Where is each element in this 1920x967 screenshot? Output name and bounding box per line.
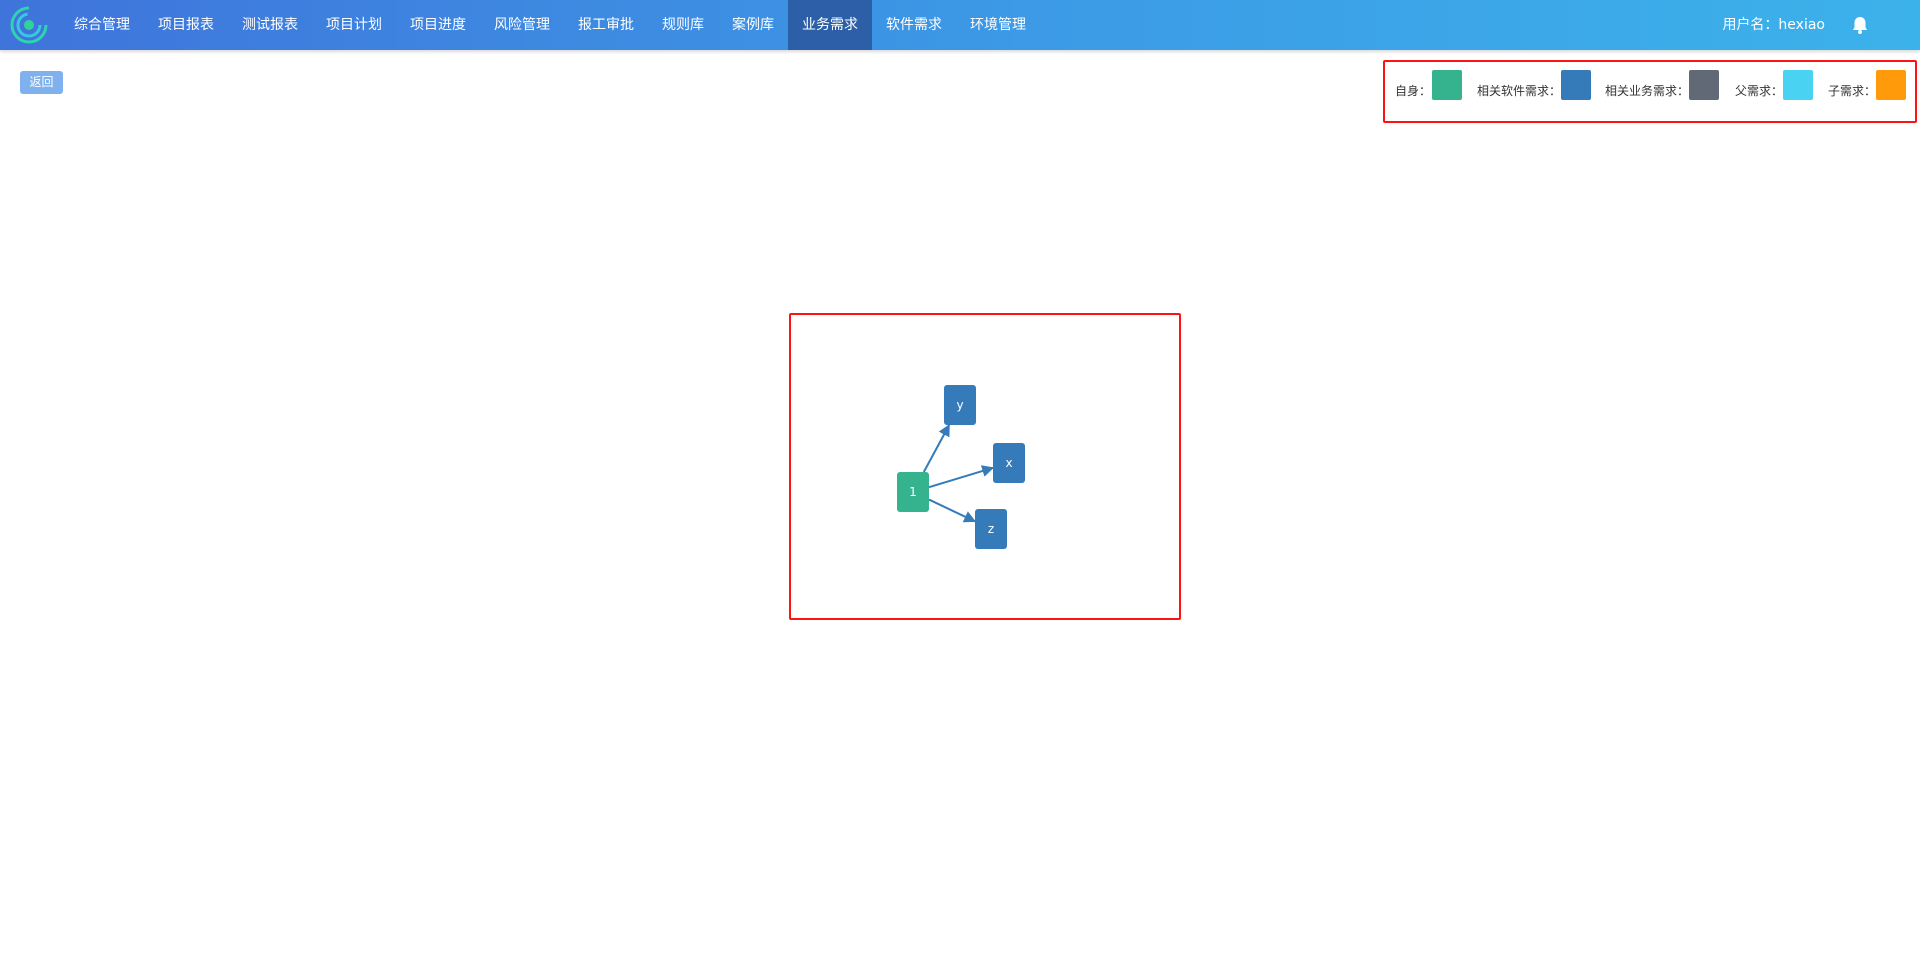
nav-item-11[interactable]: 环境管理 [956, 0, 1040, 50]
graph-edge-1-x [928, 465, 995, 489]
back-button[interactable]: 返回 [20, 71, 63, 94]
requirement-graph: 1 y x z [897, 385, 1025, 549]
nav-item-1[interactable]: 项目报表 [144, 0, 228, 50]
legend-swatch-1 [1561, 70, 1591, 100]
legend-label-3: 父需求： [1735, 84, 1784, 98]
spiral-logo-icon[interactable] [10, 6, 48, 44]
graph-node-1[interactable]: 1 [897, 472, 929, 512]
graph-node-label: y [956, 398, 963, 412]
nav-item-9[interactable]: 业务需求 [788, 0, 872, 50]
legend-label-2: 相关业务需求： [1605, 84, 1690, 98]
graph-node-label: x [1005, 456, 1012, 470]
legend-swatch-4 [1876, 70, 1906, 100]
legend-swatch-0 [1432, 70, 1462, 100]
user-name: 用户名：hexiao [1722, 17, 1825, 33]
legend-swatch-2 [1689, 70, 1719, 100]
nav-item-0[interactable]: 综合管理 [60, 0, 144, 50]
graph-edge-1-z [928, 498, 977, 523]
legend-swatch-3 [1783, 70, 1813, 100]
top-navigation-bar: 综合管理 项目报表 测试报表 项目计划 项目进度 风险管理 报工审批 规则库 案例库 业务需求 软件… [0, 0, 1920, 50]
nav-item-4[interactable]: 项目进度 [396, 0, 480, 50]
nav-item-2[interactable]: 测试报表 [228, 0, 312, 50]
nav-item-5[interactable]: 风险管理 [480, 0, 564, 50]
legend-label-0: 自身： [1395, 84, 1432, 98]
nav-item-3[interactable]: 项目计划 [312, 0, 396, 50]
bell-icon[interactable] [1850, 15, 1870, 35]
main-nav: 综合管理 项目报表 测试报表 项目计划 项目进度 风险管理 报工审批 规则库 案例库 业务需求 软件… [60, 0, 1040, 50]
nav-item-6[interactable]: 报工审批 [564, 0, 648, 50]
graph-node-label: 1 [909, 485, 917, 499]
nav-item-8[interactable]: 案例库 [718, 0, 788, 50]
nav-item-10[interactable]: 软件需求 [872, 0, 956, 50]
legend-label-4: 子需求： [1828, 84, 1877, 98]
graph-node-x[interactable]: x [993, 443, 1025, 483]
graph-node-z[interactable]: z [975, 509, 1007, 549]
graph-node-y[interactable]: y [944, 385, 976, 425]
legend-label-1: 相关软件需求： [1477, 84, 1562, 98]
graph-node-label: z [988, 522, 994, 536]
graph-edge-1-y [922, 423, 951, 473]
legend-panel: 自身： 相关软件需求： 相关业务需求： 父需求： 子需求： [1383, 60, 1917, 123]
requirement-graph-panel: 1 y x z [789, 313, 1181, 620]
nav-item-7[interactable]: 规则库 [648, 0, 718, 50]
